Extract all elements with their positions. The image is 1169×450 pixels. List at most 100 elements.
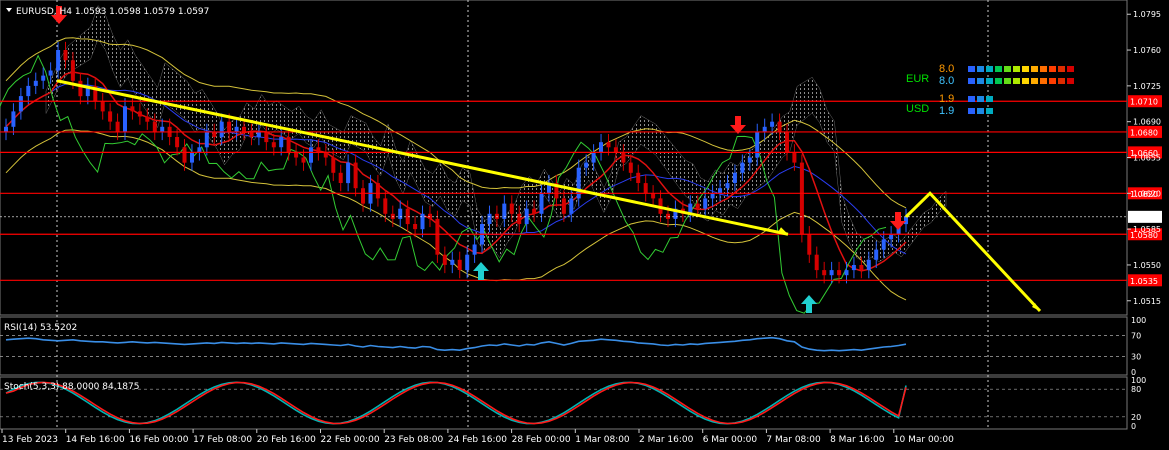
candle-body-48	[361, 188, 365, 204]
usd-bar-top-seg-1	[977, 96, 984, 102]
candle-body-50	[375, 183, 380, 199]
candle-body-84	[628, 162, 633, 173]
candle-body-6	[48, 70, 53, 76]
eur-bar-bottom-seg-0	[968, 78, 975, 84]
chart-window[interactable]: 1.0710 1.0680 1.0660 1.0620 1.0597 1.0580 1.05…	[0, 0, 1169, 450]
price-tick-label-1: 1.0760	[1133, 46, 1161, 55]
candle-body-40	[301, 157, 306, 163]
candle-body-59	[442, 254, 447, 265]
candle-body-72	[539, 193, 544, 214]
candle-body-93	[695, 203, 700, 209]
candle-body-7	[56, 50, 61, 71]
eur-bar-top-seg-8	[1040, 66, 1047, 72]
candle-body-121	[904, 216, 908, 225]
eur-bar-bottom-seg-7	[1031, 78, 1038, 84]
candle-body-19	[145, 116, 150, 122]
price-tick-label-8: 1.0515	[1133, 297, 1161, 306]
candle-body-86	[643, 183, 648, 194]
candle-body-2	[18, 96, 23, 112]
time-label-3: 17 Feb 08:00	[193, 435, 252, 445]
candle-body-115	[859, 265, 864, 271]
candle-body-119	[889, 234, 894, 240]
candle-body-97	[725, 183, 730, 189]
stoch-label: Stoch(5,3,3) 88.0000 84.1875	[4, 382, 139, 392]
eur-bar-bottom-seg-11	[1067, 78, 1074, 84]
time-label-13: 8 Mar 16:00	[830, 435, 885, 445]
candle-body-87	[651, 193, 656, 199]
eur-bar-bottom-seg-8	[1040, 78, 1047, 84]
stoch-tick-2: 20	[1131, 413, 1141, 422]
candle-body-56	[420, 213, 425, 230]
candle-body-62	[465, 254, 470, 271]
candle-body-46	[346, 162, 351, 184]
candle-body-17	[130, 106, 135, 112]
chart-canvas[interactable]: 1.07101.06801.06601.06201.05971.05801.05…	[0, 0, 1169, 450]
candle-body-104	[777, 121, 782, 132]
candle-body-65	[487, 213, 492, 224]
candle-body-58	[435, 218, 440, 255]
candle-body-24	[182, 147, 187, 163]
time-axis: 13 Feb 2023 14 Feb 16:00 16 Feb 00:00 17 Fe…	[1, 429, 954, 445]
level-label-0: 1.0710	[1130, 98, 1158, 107]
rsi-tick-1: 70	[1131, 332, 1141, 341]
candle-body-80	[599, 142, 603, 153]
candle-body-113	[844, 270, 849, 276]
usd-value-bottom: 1.9	[939, 105, 954, 117]
candle-body-71	[532, 208, 537, 214]
candle-body-106	[792, 152, 797, 163]
candle-body-55	[413, 224, 418, 230]
candle-body-105	[785, 131, 789, 153]
candle-body-70	[524, 208, 529, 225]
rsi-tick-2: 30	[1131, 352, 1141, 361]
candle-body-54	[405, 208, 410, 225]
candle-body-68	[509, 203, 514, 214]
eur-bar-top-seg-7	[1031, 66, 1038, 72]
candle-body-53	[398, 208, 403, 219]
candle-body-4	[33, 80, 38, 86]
candle-body-66	[494, 213, 499, 219]
candle-body-3	[26, 85, 31, 97]
candle-body-15	[115, 121, 120, 132]
candle-body-99	[740, 162, 745, 173]
candle-body-111	[829, 270, 834, 276]
candle-body-27	[204, 131, 209, 148]
price-tick-label-4: 1.0655	[1133, 154, 1161, 163]
time-label-8: 28 Feb 00:00	[512, 435, 571, 445]
candle-body-78	[584, 162, 589, 168]
candle-body-52	[390, 213, 395, 219]
time-label-0: 13 Feb 2023	[2, 435, 58, 445]
eur-bar-top-seg-9	[1049, 66, 1056, 72]
stoch-tick-1: 80	[1131, 385, 1141, 394]
candle-body-32	[242, 126, 246, 132]
candle-body-47	[353, 162, 358, 189]
price-tick-label-7: 1.0550	[1133, 261, 1161, 270]
candle-body-41	[309, 147, 313, 163]
eur-bar-bottom-seg-4	[1004, 78, 1011, 84]
price-tick-label-0: 1.0795	[1133, 10, 1161, 19]
candle-body-25	[190, 152, 194, 163]
stoch-panel[interactable]	[0, 376, 1128, 430]
candle-body-44	[331, 157, 336, 173]
candle-body-16	[123, 106, 127, 132]
eur-bar-top-seg-5	[1013, 66, 1020, 72]
candle-body-100	[747, 157, 752, 163]
stoch-tick-3: 0	[1131, 422, 1136, 431]
time-label-4: 20 Feb 16:00	[257, 435, 316, 445]
candle-body-96	[718, 188, 722, 194]
candle-body-21	[160, 126, 165, 132]
chart-title: EURUSD, H4 1.0593 1.0598 1.0579 1.0597	[16, 7, 209, 17]
usd-bar-bottom-seg-0	[968, 108, 975, 114]
eur-bar-bottom-seg-10	[1058, 78, 1065, 84]
candle-body-112	[837, 270, 842, 276]
time-label-7: 24 Feb 16:00	[448, 435, 507, 445]
rsi-panel[interactable]	[0, 316, 1128, 376]
candle-body-35	[264, 131, 269, 143]
candle-body-98	[732, 172, 737, 183]
candle-body-81	[606, 142, 611, 148]
candle-body-76	[569, 198, 574, 214]
time-label-11: 6 Mar 00:00	[703, 435, 758, 445]
time-label-2: 16 Feb 00:00	[129, 435, 188, 445]
candle-body-51	[383, 198, 388, 214]
eur-value-bottom: 8.0	[939, 75, 954, 87]
candle-body-69	[517, 213, 522, 224]
